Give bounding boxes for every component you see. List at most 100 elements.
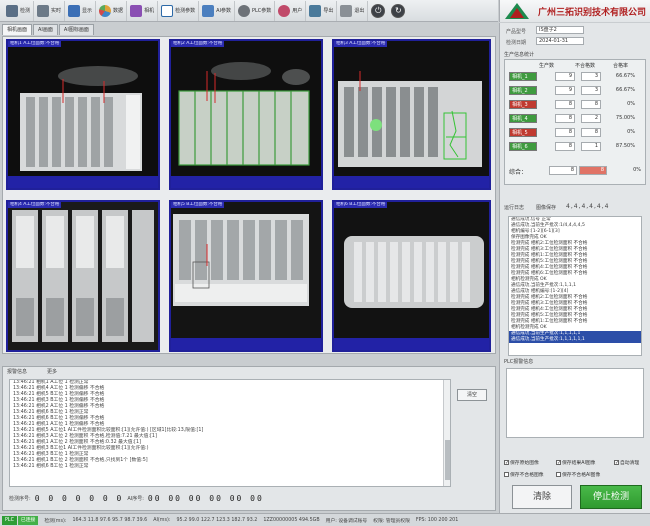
ai-counter-label: AI序号:: [127, 496, 144, 502]
option-save-fail[interactable]: 保存不合格图像: [504, 471, 544, 478]
camera-footer: [334, 338, 489, 350]
toolbar-item-export[interactable]: 导出: [306, 0, 338, 21]
camera-footer: [334, 176, 489, 188]
fail-count: 8: [581, 100, 601, 109]
toolbar-item-realtime[interactable]: 实时: [34, 0, 66, 21]
camera-6-image: [334, 202, 489, 350]
stats-title: 生产信息统计: [504, 52, 535, 58]
ai-params-icon: [202, 4, 215, 17]
plc-alarm-box[interactable]: [506, 368, 644, 438]
option-save-fail-ai[interactable]: 保存不合格AI图像: [556, 471, 600, 478]
toolbar-item-exit[interactable]: 退出: [337, 0, 369, 21]
fail-count: 8: [581, 128, 601, 137]
alarm-panel: 报警信息 更多 13:46:21 相机1 A工位 1 检测正常 13:46:21…: [2, 366, 496, 511]
data-pie-icon: [99, 4, 112, 17]
clear-alarm-button[interactable]: 清空: [457, 389, 487, 401]
option-auto-clean[interactable]: ✓ 自动清理: [614, 459, 639, 466]
camera-badge: 相机_1: [509, 72, 537, 81]
view-tabs: 相机画面 AI画面 AI图标画面: [2, 24, 95, 35]
refresh-icon[interactable]: ↻: [391, 3, 406, 18]
toolbar-item-display[interactable]: 显示: [65, 0, 97, 21]
power-icon[interactable]: ⏻: [371, 3, 386, 18]
disk-info: 1ZZ00000005 494.5GB: [263, 517, 320, 523]
stop-detection-button[interactable]: 停止检测: [580, 485, 642, 509]
gear-icon: [238, 4, 250, 17]
status-bar: PLC 已连接 检测(ms): 164.3 11.8 97.6 95.7 98.…: [0, 513, 650, 526]
fail-count: 3: [581, 72, 601, 81]
camera-view-4[interactable]: 相机4 A工位面数:不合格: [6, 200, 160, 352]
counter-digits: 0 0 0 0 0 0 0: [34, 494, 124, 503]
date-field[interactable]: 2024-01-31: [536, 37, 584, 45]
summary-produce: 8: [549, 166, 577, 175]
camera-footer: [8, 176, 158, 188]
col-rate: 合格率: [613, 63, 629, 69]
camera-title: 相机6 B工位面数:不合格: [334, 202, 388, 208]
camera-view-2[interactable]: 相机2 A工位面数:不合格: [169, 39, 323, 190]
alarm-title: 报警信息: [7, 369, 28, 375]
toolbar: 检测 实时 显示 数据 相机 检测参数 AI参数 PLC参数 用户 导出 退出 …: [0, 0, 498, 22]
pass-rate: 66.67%: [615, 87, 635, 93]
detect-icon: [6, 4, 18, 17]
display-icon: [68, 4, 81, 17]
product-label: 产品型号: [506, 29, 527, 35]
produce-count: 8: [555, 128, 575, 137]
camera-badge: 相机_5: [509, 128, 537, 137]
option-save-ai[interactable]: ✓ 保存结果AI图像: [556, 459, 595, 466]
toolbar-label: 检测: [20, 8, 31, 14]
connection-status-badge: 已连接: [17, 515, 39, 525]
fail-count: 2: [581, 114, 601, 123]
alarm-log[interactable]: 13:46:21 相机1 A工位 1 检测正常 13:46:21 相机4 A工位…: [9, 379, 451, 487]
fail-count: 1: [581, 142, 601, 151]
toolbar-label: AI参数: [216, 8, 231, 14]
camera-view-3[interactable]: 相机3 A工位面数:不合格: [332, 39, 491, 190]
camera-title: 相机4 A工位面数:不合格: [8, 202, 62, 208]
company-header: 广州三拓识别技术有限公司: [499, 0, 650, 22]
toolbar-item-ai-params[interactable]: AI参数: [199, 0, 235, 21]
scrollbar-thumb[interactable]: [445, 440, 450, 480]
produce-count: 9: [555, 86, 575, 95]
camera-footer: [171, 338, 321, 350]
tab-ai-icon-view[interactable]: AI图标画面: [58, 24, 94, 35]
run-log[interactable]: 通信成功,信号 正常 通信成功,当前生产批次:1/4,4,4,4,5 相机编号:…: [508, 216, 642, 356]
toolbar-item-detect[interactable]: 检测: [3, 0, 35, 21]
camera-title: 相机1 A工位面数:不合格: [8, 41, 62, 47]
stats-row-camera-1: 相机_1 9 3 66.67%: [509, 72, 643, 81]
option-save-raw[interactable]: ✓ 保存原始图像: [504, 459, 539, 466]
camera-view-6[interactable]: 相机6 B工位面数:不合格: [332, 200, 491, 352]
counter-label: 检测序号:: [9, 496, 31, 502]
ai-time-label: AI(ms):: [153, 517, 171, 523]
camera-grid: 相机1 A工位面数:不合格 相机2 A工位面数:不合格 相机3 A工位面数:不合…: [2, 36, 496, 354]
toolbar-item-check-params[interactable]: 检测参数: [158, 0, 200, 21]
tab-ai-view[interactable]: AI画面: [33, 24, 58, 35]
log-line-selected: 通信成功,当前生产批次:1,1,1,1,1,1: [509, 337, 641, 343]
clear-button[interactable]: 清除: [512, 485, 572, 509]
camera-badge: 相机_3: [509, 100, 537, 109]
tab-camera-view[interactable]: 相机画面: [2, 24, 33, 35]
camera-badge: 相机_4: [509, 114, 537, 123]
info-panel: 产品型号 IS盘子2 检测日期 2024-01-31 生产信息统计 生产数 不合…: [499, 23, 650, 515]
toolbar-label: PLC参数: [252, 8, 272, 14]
checkbox-checked-icon: ✓: [556, 460, 562, 466]
company-logo-icon: [504, 2, 530, 20]
camera-badge: 相机_2: [509, 86, 537, 95]
toolbar-item-plc-params[interactable]: PLC参数: [235, 0, 276, 21]
alarm-scrollbar[interactable]: [443, 380, 450, 486]
camera-view-1[interactable]: 相机1 A工位面数:不合格: [6, 39, 160, 190]
alarm-tab-more[interactable]: 更多: [47, 368, 57, 375]
pass-rate: 0%: [627, 129, 635, 135]
product-field[interactable]: IS盘子2: [536, 26, 584, 34]
toolbar-label: 数据: [113, 8, 124, 14]
produce-count: 9: [555, 72, 575, 81]
stats-row-summary: 综合： 8 8 0%: [509, 166, 643, 176]
toolbar-item-camera[interactable]: 相机: [127, 0, 159, 21]
toolbar-item-users[interactable]: 用户: [275, 0, 307, 21]
date-label: 检测日期: [506, 40, 527, 46]
counter-row: 检测序号: 0 0 0 0 0 0 0 AI序号: 00 00 00 00 00…: [9, 494, 268, 503]
toolbar-item-data[interactable]: 数据: [96, 0, 128, 21]
checkbox-checked-icon: ✓: [614, 460, 620, 466]
stats-row-camera-4: 相机_4 8 2 75.00%: [509, 114, 643, 123]
produce-count: 8: [555, 142, 575, 151]
ai-counter-digits: 00 00 00 00 00 00: [147, 494, 264, 503]
camera-view-5[interactable]: 相机5 B工位面数:不合格: [169, 200, 323, 352]
toolbar-label: 相机: [144, 8, 155, 14]
